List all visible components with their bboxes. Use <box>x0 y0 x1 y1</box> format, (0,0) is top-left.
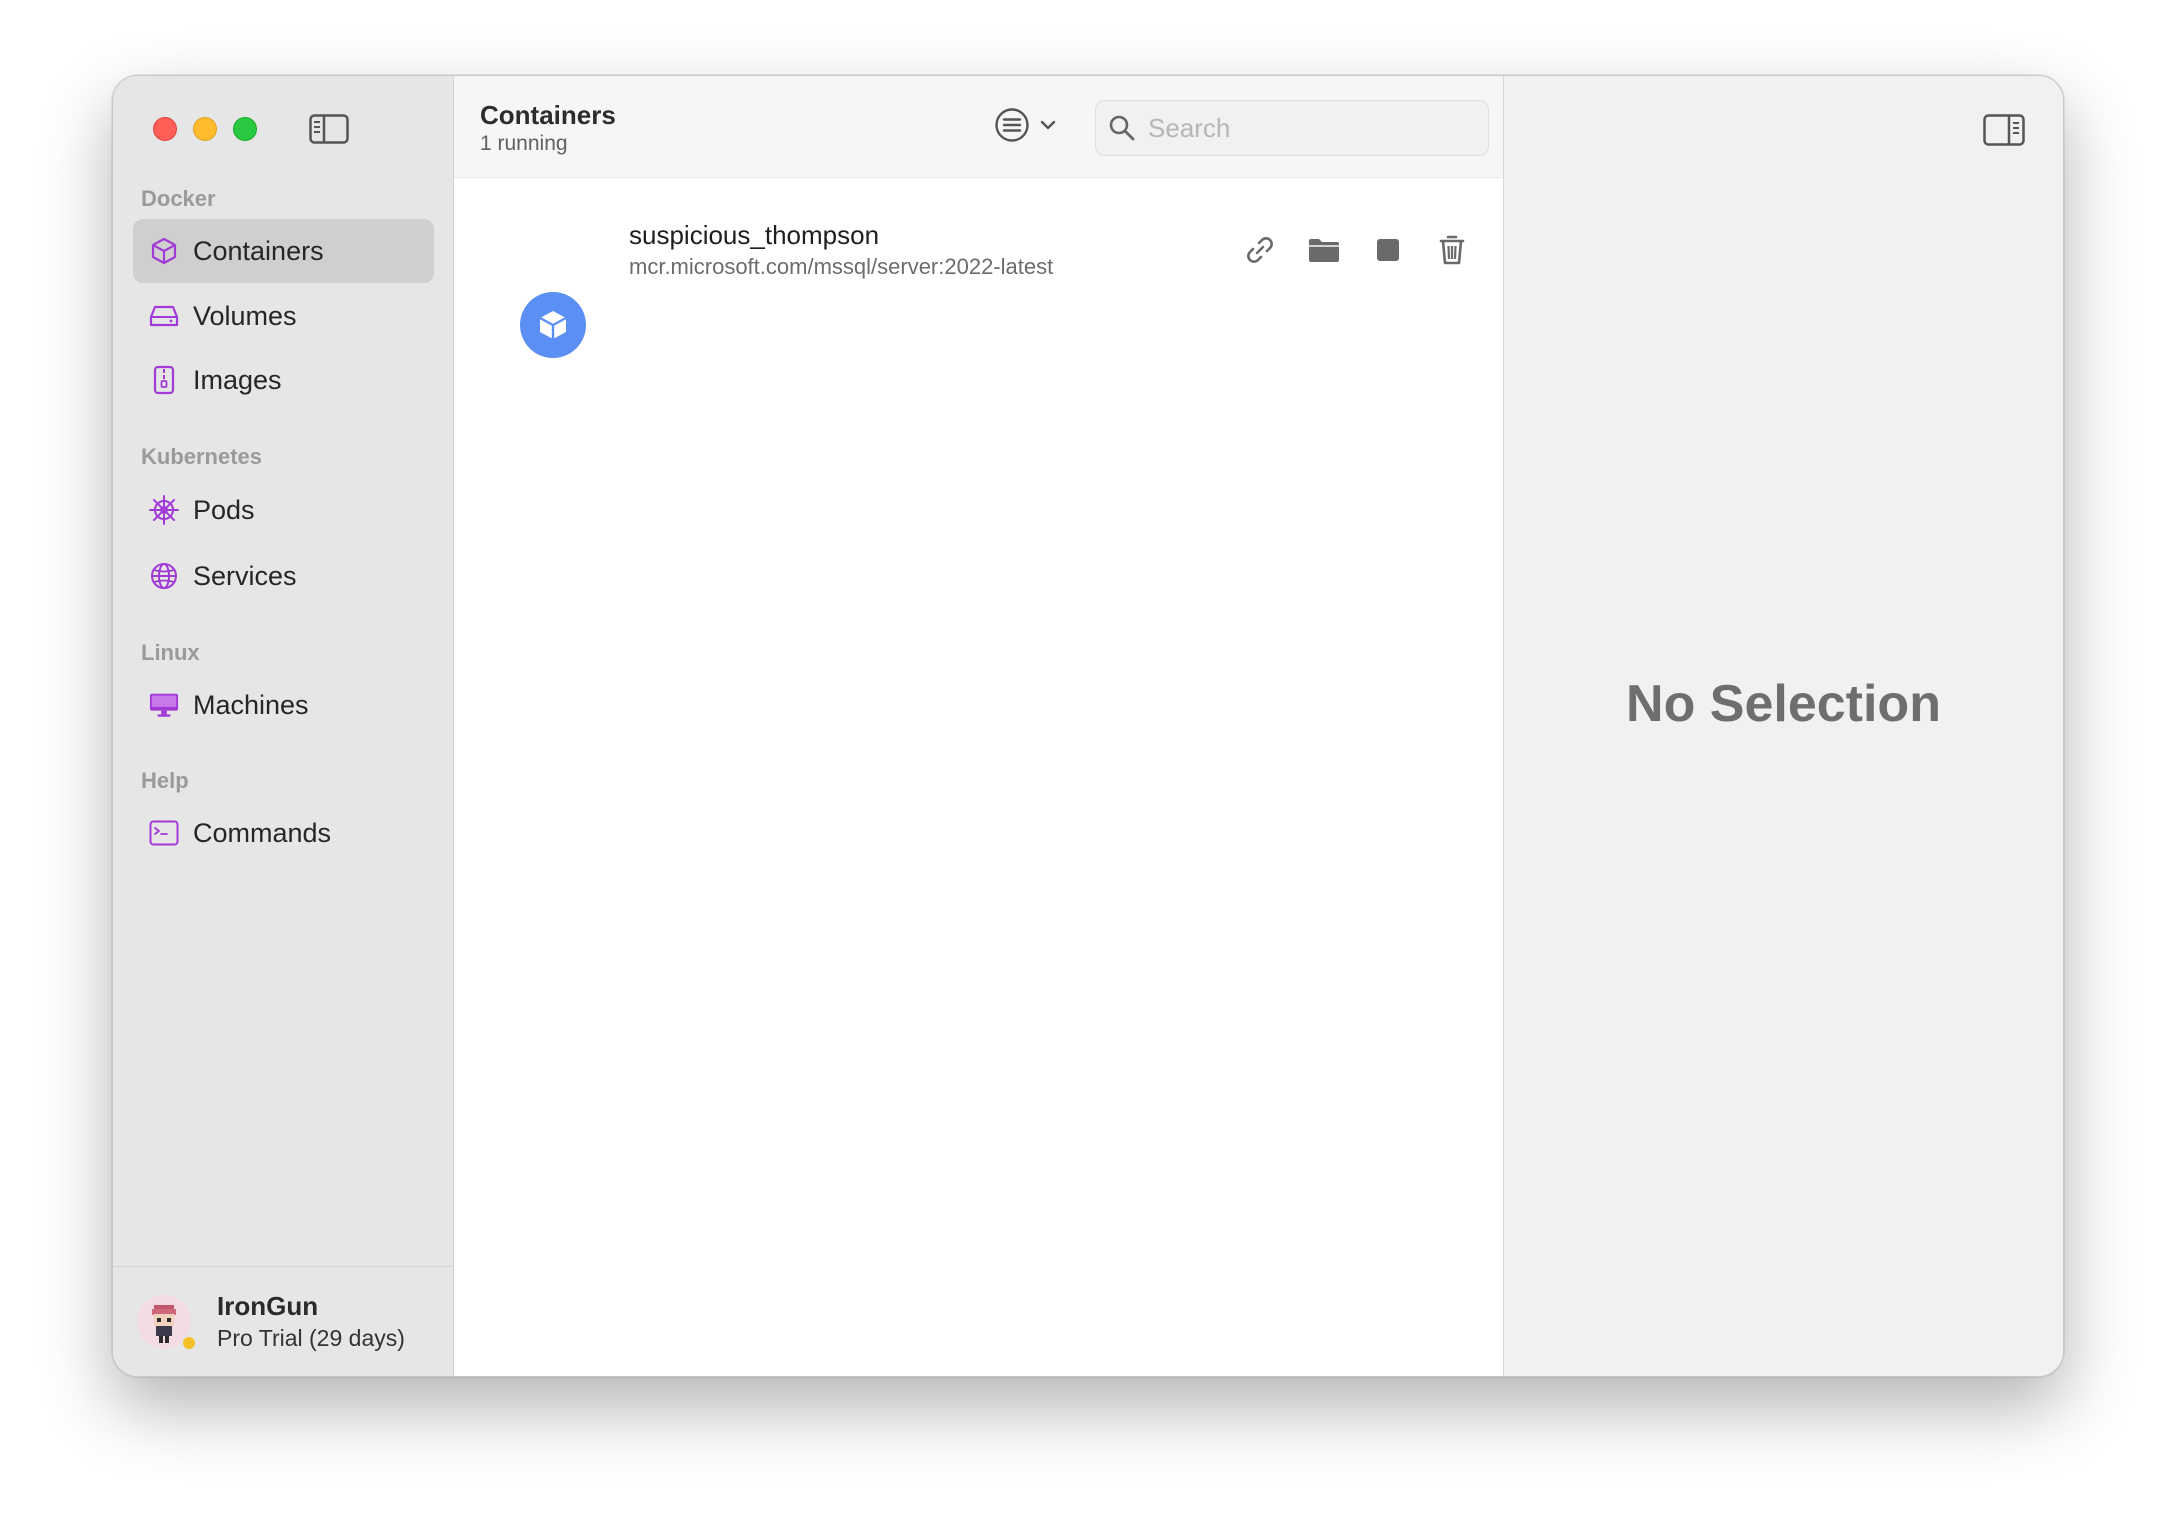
delete-container-button[interactable] <box>1434 232 1470 268</box>
stop-container-button[interactable] <box>1370 232 1406 268</box>
filter-menu-button[interactable] <box>994 107 1056 143</box>
inspector-toggle-icon[interactable] <box>1983 114 2025 146</box>
section-label-help: Help <box>141 768 189 793</box>
list-filter-icon <box>995 108 1029 142</box>
avatar <box>137 1295 197 1351</box>
user-plan: Pro Trial (29 days) <box>217 1325 405 1351</box>
archive-icon <box>149 365 179 395</box>
stop-icon <box>1377 239 1399 261</box>
sidebar-item-pods[interactable]: Pods <box>133 478 434 542</box>
row-actions <box>1242 232 1470 268</box>
window-controls <box>153 117 257 141</box>
sidebar-toggle-icon[interactable] <box>309 114 349 144</box>
status-indicator <box>181 1335 197 1351</box>
display-icon <box>149 690 179 720</box>
user-name: IronGun <box>217 1291 319 1321</box>
container-name: suspicious_thompson <box>629 220 880 250</box>
page-subtitle: 1 running <box>480 132 568 155</box>
sidebar-item-label: Machines <box>193 689 309 720</box>
sidebar-item-containers[interactable]: Containers <box>133 219 434 283</box>
sidebar-item-label: Containers <box>193 235 324 266</box>
table-row[interactable]: suspicious_thompson mcr.microsoft.com/ms… <box>454 202 1503 358</box>
minimize-window-button[interactable] <box>193 117 217 141</box>
maximize-window-button[interactable] <box>233 117 257 141</box>
trash-icon <box>1439 235 1465 265</box>
sidebar: Docker Containers Volumes Images Kuberne… <box>113 76 454 1376</box>
link-icon <box>1247 237 1273 263</box>
sidebar-item-label: Commands <box>193 817 332 848</box>
sidebar-item-services[interactable]: Services <box>133 544 434 608</box>
section-label-docker: Docker <box>141 186 216 211</box>
terminal-icon <box>149 818 179 848</box>
container-status-badge <box>520 292 586 358</box>
close-window-button[interactable] <box>153 117 177 141</box>
app-window: Docker Containers Volumes Images Kuberne… <box>112 75 2064 1377</box>
open-link-button[interactable] <box>1242 232 1278 268</box>
sidebar-item-label: Services <box>193 560 297 591</box>
toolbar: Containers 1 running <box>454 76 1503 178</box>
section-label-kubernetes: Kubernetes <box>141 444 263 469</box>
sidebar-item-label: Images <box>193 364 282 395</box>
search-icon <box>1109 115 1135 141</box>
sidebar-item-images[interactable]: Images <box>133 348 434 412</box>
container-list-pane: Containers 1 running Search suspicious_t… <box>454 76 1504 1376</box>
globe-icon <box>149 561 179 591</box>
section-label-linux: Linux <box>141 640 200 665</box>
empty-state-label: No Selection <box>1626 675 1941 733</box>
sidebar-item-label: Pods <box>193 494 255 525</box>
container-image: mcr.microsoft.com/mssql/server:2022-late… <box>629 254 1054 279</box>
sidebar-item-machines[interactable]: Machines <box>133 673 434 737</box>
drive-icon <box>149 301 179 331</box>
open-files-button[interactable] <box>1306 232 1342 268</box>
chevron-down-icon <box>1040 120 1056 130</box>
sidebar-item-volumes[interactable]: Volumes <box>133 284 434 348</box>
folder-icon <box>1309 239 1339 262</box>
account-footer[interactable]: IronGun Pro Trial (29 days) <box>113 1266 453 1376</box>
detail-pane: No Selection <box>1504 76 2063 1376</box>
sidebar-item-label: Volumes <box>193 300 297 331</box>
sidebar-item-commands[interactable]: Commands <box>133 801 434 865</box>
page-title: Containers <box>480 100 616 130</box>
search-box[interactable] <box>1095 100 1489 156</box>
cube-icon <box>539 311 567 339</box>
search-input[interactable] <box>1148 112 1468 144</box>
cube-icon <box>149 236 179 266</box>
helm-wheel-icon <box>149 495 179 525</box>
